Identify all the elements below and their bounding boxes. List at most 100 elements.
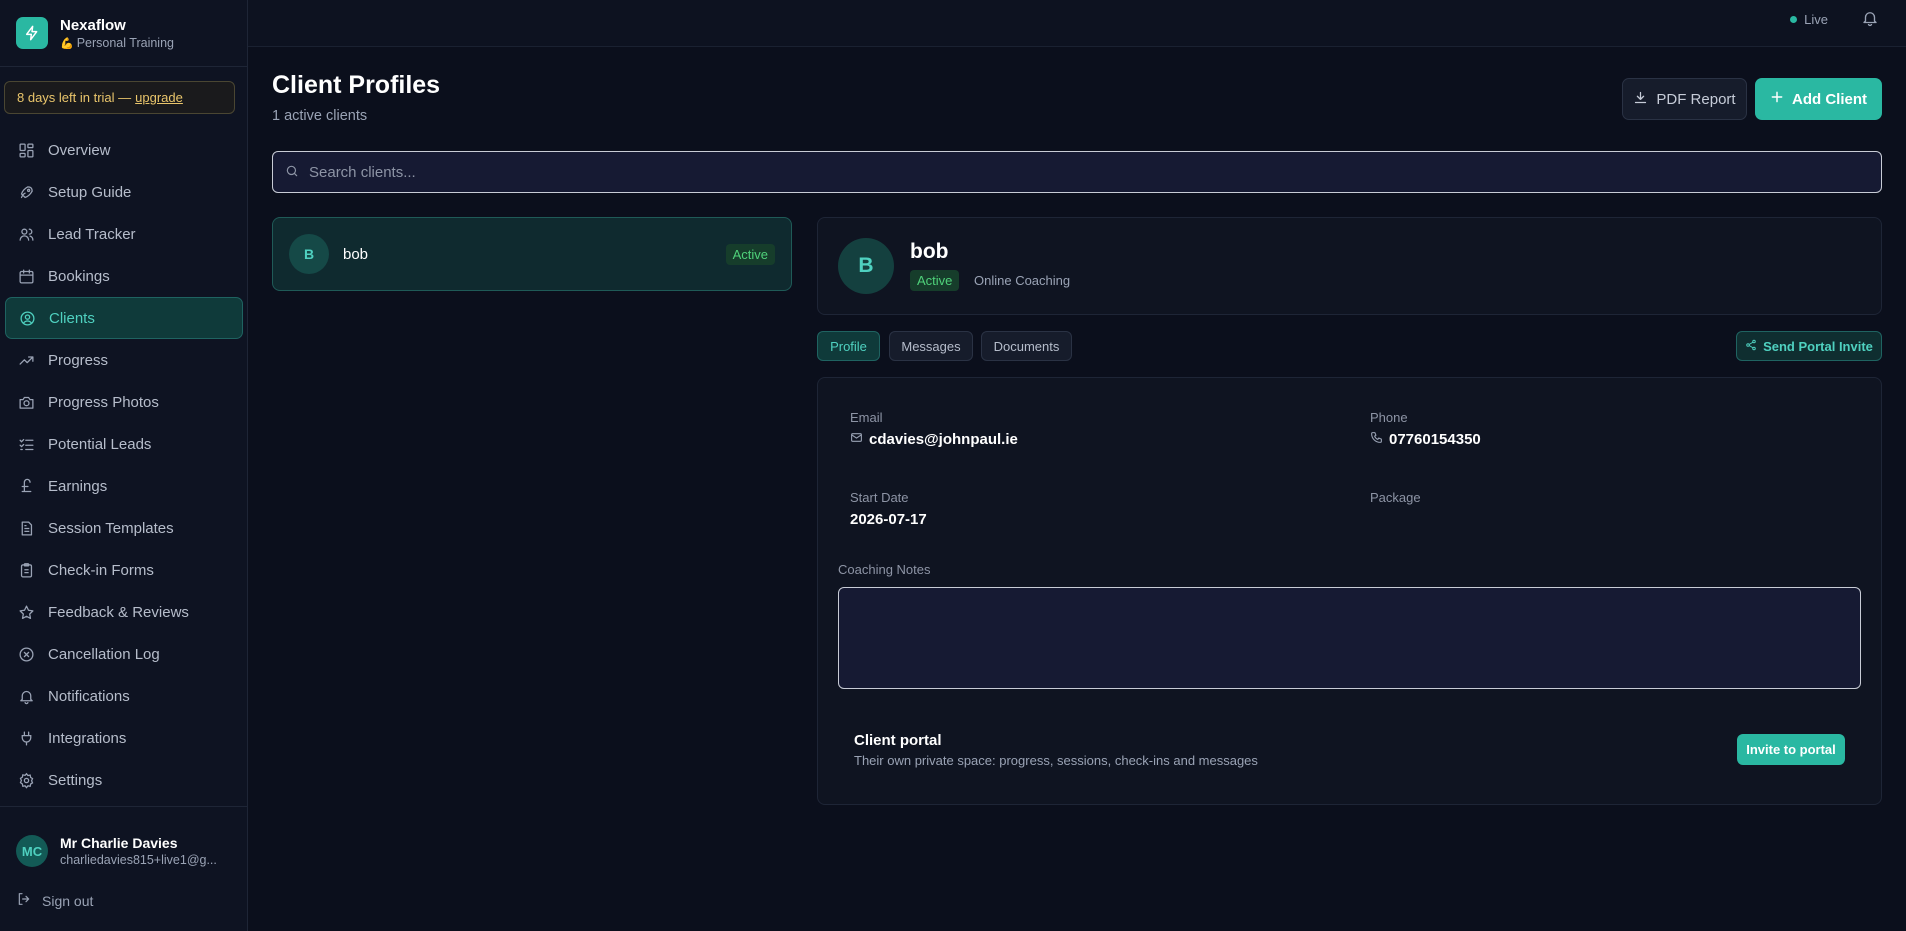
user-profile[interactable]: MC Mr Charlie Davies charliedavies815+li… (0, 807, 248, 867)
sidebar-nav: Overview Setup Guide Lead Tracker Bookin… (0, 129, 248, 801)
sidebar-item-feedback-reviews[interactable]: Feedback & Reviews (5, 591, 243, 633)
status-badge: Active (725, 244, 775, 265)
tab-documents[interactable]: Documents (981, 331, 1072, 361)
sidebar-item-label: Bookings (48, 267, 110, 285)
sidebar-item-cancellation-log[interactable]: Cancellation Log (5, 633, 243, 675)
sidebar-item-label: Progress Photos (48, 393, 159, 411)
calendar-icon (17, 267, 35, 285)
client-portal-title: Client portal (854, 732, 942, 749)
client-detail-name: bob (910, 240, 949, 263)
camera-icon (17, 393, 35, 411)
trending-up-icon (17, 351, 35, 369)
sign-out-label: Sign out (42, 892, 94, 909)
client-name: bob (343, 245, 369, 263)
phone-label: Phone (1370, 410, 1408, 425)
sidebar-item-potential-leads[interactable]: Potential Leads (5, 423, 243, 465)
email-label: Email (850, 410, 883, 425)
sidebar-item-check-in-forms[interactable]: Check-in Forms (5, 549, 243, 591)
search-bar (272, 151, 1882, 193)
send-portal-invite-button[interactable]: Send Portal Invite (1736, 331, 1882, 361)
search-input[interactable] (309, 163, 1809, 181)
sidebar-item-label: Clients (49, 309, 95, 327)
client-avatar: B (289, 234, 329, 274)
sidebar-item-progress-photos[interactable]: Progress Photos (5, 381, 243, 423)
sidebar-item-earnings[interactable]: Earnings (5, 465, 243, 507)
lightning-icon (16, 17, 48, 49)
status-dot-icon (1790, 16, 1798, 23)
sidebar-item-lead-tracker[interactable]: Lead Tracker (5, 213, 243, 255)
sidebar-item-label: Settings (48, 771, 103, 789)
plus-icon (1770, 90, 1784, 108)
phone-value: 07760154350 (1370, 431, 1481, 448)
sidebar-item-label: Check-in Forms (48, 561, 154, 579)
sidebar-item-label: Feedback & Reviews (48, 603, 189, 621)
sidebar-item-bookings[interactable]: Bookings (5, 255, 243, 297)
phone-text: 07760154350 (1389, 431, 1481, 448)
live-status: Live (1790, 12, 1828, 27)
client-list-item[interactable]: B bob Active (272, 217, 792, 291)
search-icon (285, 164, 299, 181)
list-check-icon (17, 435, 35, 453)
status-badge: Active (910, 270, 960, 291)
email-value: cdavies@johnpaul.ie (850, 431, 1018, 448)
page-title: Client Profiles (272, 71, 441, 99)
mail-icon (850, 431, 863, 448)
share-icon (1745, 339, 1757, 354)
brand-name: Nexaflow (60, 16, 126, 34)
user-email: charliedavies815+live1@g... (60, 853, 217, 867)
users-icon (17, 225, 35, 243)
sidebar-item-setup-guide[interactable]: Setup Guide (5, 171, 243, 213)
gear-icon (17, 771, 35, 789)
pdf-report-button[interactable]: PDF Report (1622, 78, 1747, 120)
sidebar-item-label: Potential Leads (48, 435, 152, 453)
sidebar-item-integrations[interactable]: Integrations (5, 717, 243, 759)
sidebar-item-session-templates[interactable]: Session Templates (5, 507, 243, 549)
file-text-icon (17, 519, 35, 537)
top-bar: Live (248, 0, 1906, 47)
add-client-button[interactable]: Add Client (1755, 78, 1882, 120)
send-portal-invite-label: Send Portal Invite (1763, 338, 1873, 354)
download-icon (1633, 90, 1648, 109)
clipboard-icon (17, 561, 35, 579)
sidebar-item-label: Overview (48, 141, 111, 159)
sidebar-item-settings[interactable]: Settings (5, 759, 243, 801)
brand: Nexaflow 💪 Personal Training (0, 0, 247, 67)
sidebar-item-label: Setup Guide (48, 183, 132, 201)
sidebar-item-notifications[interactable]: Notifications (5, 675, 243, 717)
coaching-notes-label: Coaching Notes (838, 562, 931, 577)
muscle-icon: 💪 (60, 37, 74, 50)
sidebar-item-label: Progress (48, 351, 109, 369)
grid-icon (17, 141, 35, 159)
start-date-label: Start Date (850, 490, 909, 505)
sign-out-button[interactable]: Sign out (16, 891, 93, 910)
client-detail-header: B bob Active Online Coaching (817, 217, 1882, 315)
tab-profile[interactable]: Profile (817, 331, 880, 361)
pdf-report-label: PDF Report (1656, 90, 1736, 108)
notifications-bell-icon[interactable] (1861, 9, 1879, 30)
trial-banner: 8 days left in trial — upgrade (4, 81, 235, 114)
tab-messages[interactable]: Messages (889, 331, 973, 361)
sidebar-footer: MC Mr Charlie Davies charliedavies815+li… (0, 806, 248, 909)
upgrade-link[interactable]: upgrade (135, 90, 183, 105)
brand-subtitle: Personal Training (76, 35, 174, 50)
sidebar-item-label: Notifications (48, 687, 130, 705)
star-icon (17, 603, 35, 621)
user-name: Mr Charlie Davies (60, 835, 178, 851)
rocket-icon (17, 183, 35, 201)
client-detail-avatar: B (838, 238, 894, 294)
trial-text: 8 days left in trial — (17, 90, 132, 105)
sidebar-item-label: Earnings (48, 477, 108, 495)
start-date-value: 2026-07-17 (850, 511, 927, 528)
coaching-notes-field[interactable] (838, 587, 1861, 689)
user-circle-icon (18, 309, 36, 327)
sidebar-item-label: Lead Tracker (48, 225, 136, 243)
page-subtitle: 1 active clients (272, 108, 368, 124)
sidebar-item-overview[interactable]: Overview (5, 129, 243, 171)
invite-to-portal-button[interactable]: Invite to portal (1737, 734, 1845, 765)
profile-panel: Email cdavies@johnpaul.ie Phone 07760154… (817, 377, 1882, 805)
sidebar-item-progress[interactable]: Progress (5, 339, 243, 381)
avatar: MC (16, 835, 48, 867)
email-text: cdavies@johnpaul.ie (869, 431, 1018, 448)
bell-icon (17, 687, 35, 705)
sidebar-item-clients[interactable]: Clients (5, 297, 243, 339)
